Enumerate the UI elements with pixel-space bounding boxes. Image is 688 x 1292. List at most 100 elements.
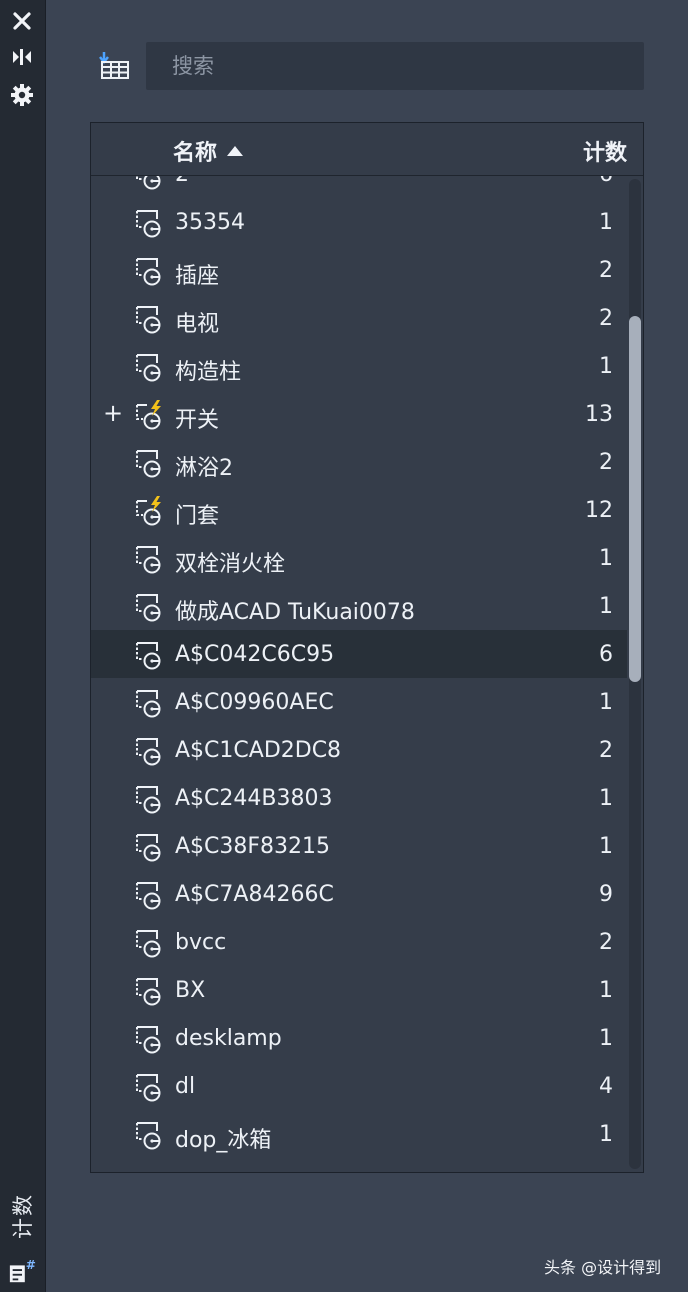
table-row[interactable]: A$C1CAD2DC8 2 xyxy=(91,726,627,774)
block-icon xyxy=(133,304,167,334)
block-icon xyxy=(133,928,167,958)
row-name: dop_冰箱 xyxy=(175,1128,272,1153)
table-row[interactable]: A$C38F83215 1 xyxy=(91,822,627,870)
sort-ascending-icon xyxy=(227,146,244,156)
row-count: 4 xyxy=(599,1074,613,1099)
block-icon xyxy=(133,688,167,718)
table-row[interactable]: 做成ACAD TuKuai0078 1 xyxy=(91,582,627,630)
block-icon xyxy=(133,976,167,1006)
row-name: A$C09960AEC xyxy=(175,690,334,715)
svg-text:#: # xyxy=(26,1258,36,1272)
watermark-text: 头条 @设计得到 xyxy=(544,1258,662,1277)
row-name: 门套 xyxy=(175,504,220,529)
dynamic-block-icon xyxy=(133,400,167,430)
block-icon xyxy=(133,256,167,286)
row-name: 2 xyxy=(175,176,189,187)
row-name: 构造柱 xyxy=(175,360,242,385)
row-count: 2 xyxy=(599,258,613,283)
table-row[interactable]: 26 xyxy=(91,176,627,198)
table-header: 名称 计数 xyxy=(91,123,643,176)
block-icon xyxy=(133,592,167,622)
row-name: bvcc xyxy=(175,930,227,955)
filter-table-icon[interactable] xyxy=(98,50,132,82)
row-name: BX xyxy=(175,978,206,1003)
row-count: 1 xyxy=(599,1122,613,1147)
block-icon xyxy=(133,784,167,814)
row-count: 1 xyxy=(599,1026,613,1051)
block-icon xyxy=(133,176,167,190)
search-input[interactable] xyxy=(146,42,644,90)
row-count: 12 xyxy=(585,498,613,523)
row-count: 9 xyxy=(599,882,613,907)
row-count: 1 xyxy=(599,546,613,571)
table-row[interactable]: A$C7A84266C 9 xyxy=(91,870,627,918)
row-name: A$C042C6C95 xyxy=(175,642,335,667)
row-name: 35354 xyxy=(175,210,245,235)
block-icon xyxy=(133,1120,167,1150)
scrollbar-thumb[interactable] xyxy=(629,316,641,682)
table-row[interactable]: A$C09960AEC 1 xyxy=(91,678,627,726)
table-body[interactable]: 26353541插座2电视2构造柱1+开关13淋浴22门套12双栓消火栓1做成A… xyxy=(91,176,643,1172)
search-box xyxy=(146,42,644,90)
row-count: 1 xyxy=(599,354,613,379)
row-name: desklamp xyxy=(175,1026,282,1051)
row-count: 13 xyxy=(585,402,613,427)
row-name: dl xyxy=(175,1074,196,1099)
table-row[interactable]: 35354 1 xyxy=(91,198,627,246)
palette-title-text: 计数 xyxy=(11,1193,35,1239)
scrollbar-track[interactable] xyxy=(629,179,641,1169)
table-row[interactable]: 门套 12 xyxy=(91,486,627,534)
table-row[interactable]: dl 4 xyxy=(91,1062,627,1110)
row-name: A$C1CAD2DC8 xyxy=(175,738,342,763)
row-count: 2 xyxy=(599,306,613,331)
row-name: A$C38F83215 xyxy=(175,834,331,859)
count-table-icon[interactable]: # xyxy=(8,1258,36,1284)
block-icon xyxy=(133,352,167,382)
block-icon xyxy=(133,832,167,862)
dynamic-block-icon xyxy=(133,496,167,526)
gear-icon[interactable] xyxy=(8,82,36,108)
row-name: 开关 xyxy=(175,408,220,433)
row-count: 2 xyxy=(599,738,613,763)
table-row[interactable]: A$C244B3803 1 xyxy=(91,774,627,822)
block-icon xyxy=(133,640,167,670)
row-name: A$C244B3803 xyxy=(175,786,333,811)
palette-sidebar: 计数 # xyxy=(0,0,46,1292)
block-icon xyxy=(133,736,167,766)
table-row[interactable]: A$C042C6C95 6 xyxy=(91,630,627,678)
table-row[interactable]: 电视 2 xyxy=(91,294,627,342)
row-count: 1 xyxy=(599,786,613,811)
table-row[interactable]: 双栓消火栓 1 xyxy=(91,534,627,582)
table-row[interactable]: bvcc 2 xyxy=(91,918,627,966)
block-icon xyxy=(133,1072,167,1102)
table-row[interactable]: dop_冰箱 1 xyxy=(91,1110,627,1158)
block-icon xyxy=(133,880,167,910)
row-name: 双栓消火栓 xyxy=(175,552,286,577)
row-count: 1 xyxy=(599,690,613,715)
expand-icon[interactable]: + xyxy=(103,400,123,426)
dock-icon[interactable] xyxy=(8,44,36,70)
row-count: 6 xyxy=(599,176,613,187)
row-name: 插座 xyxy=(175,264,220,289)
close-icon[interactable] xyxy=(8,8,36,34)
table-row[interactable]: 淋浴2 2 xyxy=(91,438,627,486)
row-count: 1 xyxy=(599,210,613,235)
row-count: 1 xyxy=(599,834,613,859)
column-header-name[interactable]: 名称 xyxy=(173,135,244,167)
row-name: 做成ACAD TuKuai0078 xyxy=(175,600,415,625)
table-row[interactable]: + 开关 13 xyxy=(91,390,627,438)
row-count: 1 xyxy=(599,594,613,619)
block-icon xyxy=(133,1024,167,1054)
row-name: 电视 xyxy=(175,312,220,337)
block-count-table: 名称 计数 26353541插座2电视2构造柱1+开关13淋浴22门套12双栓消… xyxy=(90,122,644,1173)
block-icon xyxy=(133,208,167,238)
column-header-count[interactable]: 计数 xyxy=(583,135,627,167)
column-header-name-label: 名称 xyxy=(173,141,218,166)
table-row[interactable]: 插座 2 xyxy=(91,246,627,294)
row-count: 1 xyxy=(599,978,613,1003)
row-count: 2 xyxy=(599,450,613,475)
table-row[interactable]: 构造柱 1 xyxy=(91,342,627,390)
table-row[interactable]: desklamp 1 xyxy=(91,1014,627,1062)
row-name: 淋浴2 xyxy=(175,456,233,481)
table-row[interactable]: BX 1 xyxy=(91,966,627,1014)
